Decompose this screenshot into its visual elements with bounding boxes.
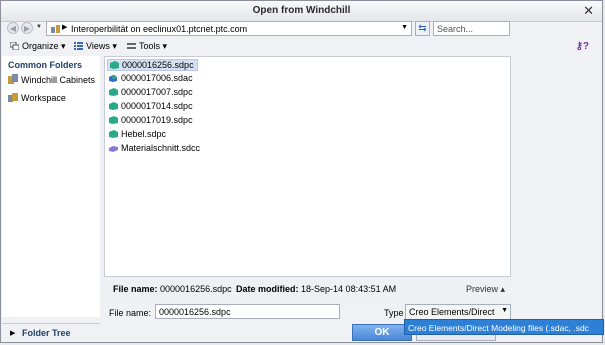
- assembly-icon: [109, 75, 117, 82]
- views-button[interactable]: Views ▾: [74, 41, 117, 52]
- organize-label: Organize: [22, 41, 59, 51]
- views-label: Views: [86, 41, 110, 51]
- nav-item-windchill-cabinets[interactable]: Windchill Cabinets: [8, 74, 95, 85]
- nav-item-workspace[interactable]: Workspace: [8, 92, 66, 103]
- type-select[interactable]: Creo Elements/Direct ▼: [405, 304, 511, 320]
- expand-icon: ▶: [10, 330, 16, 337]
- title-bar: Open from Windchill ✕: [1, 1, 602, 22]
- workspace-icon: [8, 93, 18, 102]
- nav-item-label: Workspace: [21, 93, 66, 103]
- file-item[interactable]: Hebel.sdpc: [107, 129, 169, 141]
- part-icon: [109, 116, 118, 124]
- breadcrumb-arrow-icon: ▶: [62, 24, 68, 31]
- type-value: Creo Elements/Direct: [409, 307, 495, 317]
- cabinet-icon: [8, 74, 18, 84]
- part-icon: [110, 61, 119, 69]
- file-item[interactable]: 0000016256.sdpc: [107, 59, 198, 71]
- file-item[interactable]: Materialschnitt.sdcc: [107, 143, 203, 155]
- details-file-name: File name: 0000016256.sdpc: [113, 284, 232, 294]
- close-icon[interactable]: ✕: [583, 3, 594, 19]
- folder-tree-toggle[interactable]: ▶ Folder Tree: [2, 323, 100, 342]
- refresh-icon[interactable]: ⇆: [415, 21, 430, 36]
- ok-button[interactable]: OK: [352, 324, 412, 341]
- address-path: Interoperbilität on eeclinux01.ptcnet.pt…: [71, 24, 248, 34]
- file-item[interactable]: 0000017019.sdpc: [107, 115, 196, 127]
- preview-toggle[interactable]: Preview ▴: [466, 284, 505, 295]
- part-icon: [109, 102, 118, 110]
- help-icon[interactable]: ⚷?: [576, 41, 589, 52]
- part-icon: [109, 88, 118, 96]
- file-list: 0000016256.sdpc 0000017006.sdac 00000170…: [104, 56, 511, 277]
- address-row: ◀ ▶ ▼ ▶ Interoperbilität on eeclinux01.p…: [1, 20, 602, 38]
- back-icon[interactable]: ◀: [7, 22, 19, 34]
- type-label: Type: [384, 308, 404, 318]
- search-input[interactable]: Search...: [433, 21, 510, 36]
- chevron-down-icon: ▼: [501, 307, 508, 314]
- type-dropdown-option[interactable]: Creo Elements/Direct Modeling files (.sd…: [404, 319, 604, 335]
- section-icon: [109, 146, 118, 152]
- views-icon: [74, 42, 83, 50]
- part-icon: [109, 130, 118, 138]
- address-dropdown-icon[interactable]: ▼: [401, 24, 408, 31]
- tools-icon: [127, 43, 136, 49]
- address-bar[interactable]: ▶ Interoperbilität on eeclinux01.ptcnet.…: [46, 21, 412, 36]
- folder-tree-label: Folder Tree: [22, 328, 71, 338]
- file-name-label: File name:: [109, 308, 152, 318]
- file-item[interactable]: 0000017006.sdac: [107, 73, 196, 85]
- file-item[interactable]: 0000017014.sdpc: [107, 101, 196, 113]
- tools-label: Tools: [139, 41, 161, 51]
- details-date-modified: Date modified: 18-Sep-14 08:43:51 AM: [236, 284, 397, 294]
- toolbar: Organize ▾ Views ▾ Tools ▾ ⚷?: [1, 38, 602, 55]
- file-item[interactable]: 0000017007.sdpc: [107, 87, 196, 99]
- server-icon: [51, 25, 60, 33]
- dialog-title: Open from Windchill: [252, 5, 351, 16]
- forward-icon[interactable]: ▶: [21, 22, 33, 34]
- nav-item-label: Windchill Cabinets: [21, 75, 96, 85]
- file-name-field[interactable]: 0000016256.sdpc: [155, 304, 340, 319]
- organize-button[interactable]: Organize ▾: [10, 41, 66, 52]
- details-bar: File name: 0000016256.sdpc Date modified…: [104, 277, 511, 298]
- open-dialog: Open from Windchill ✕ ◀ ▶ ▼ ▶ Interoperb…: [0, 0, 603, 343]
- common-folders-header: Common Folders: [8, 60, 83, 70]
- tools-button[interactable]: Tools ▾: [127, 41, 167, 52]
- history-dropdown-icon[interactable]: ▼: [36, 24, 42, 30]
- search-placeholder: Search...: [437, 24, 474, 34]
- navigation-pane: Common Folders Windchill Cabinets Worksp…: [2, 56, 100, 317]
- organize-icon: [10, 42, 19, 50]
